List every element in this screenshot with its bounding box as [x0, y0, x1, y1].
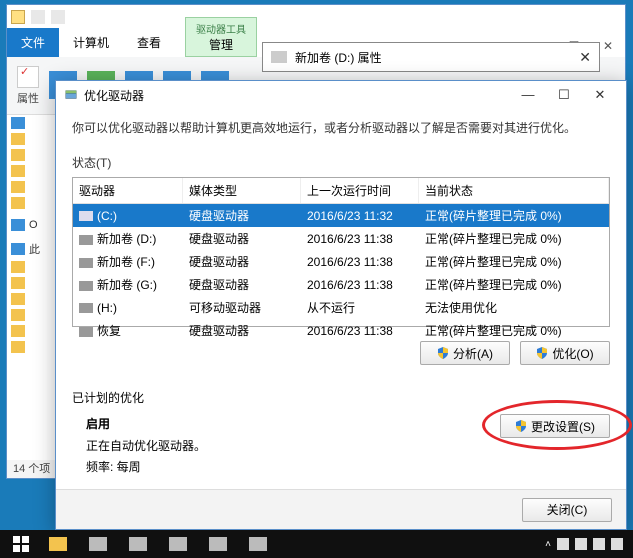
- quick-access-icon: [11, 117, 25, 129]
- contextual-title: 驱动器工具: [196, 21, 246, 36]
- opt-footer: 关闭(C): [56, 489, 626, 529]
- tray-icon[interactable]: [557, 538, 569, 550]
- opt-window-controls: — ☐ ✕: [510, 87, 618, 103]
- drive-row[interactable]: (C:)硬盘驱动器2016/6/23 11:32正常(碎片整理已完成 0%): [73, 204, 609, 227]
- taskbar-item[interactable]: [158, 530, 198, 558]
- scheduled-text: 启用 正在自动优化驱动器。 频率: 每周: [72, 414, 500, 479]
- scheduled-label: 已计划的优化: [72, 389, 610, 406]
- drive-list-header: 驱动器 媒体类型 上一次运行时间 当前状态: [73, 178, 609, 204]
- sched-freq: 频率: 每周: [86, 460, 141, 474]
- folder-icon: [11, 149, 25, 161]
- qat-icon: [31, 10, 45, 24]
- maximize-button[interactable]: ☐: [546, 87, 582, 103]
- change-settings-button[interactable]: 更改设置(S): [500, 414, 610, 438]
- app-icon: [129, 537, 147, 551]
- taskbar-item[interactable]: [198, 530, 238, 558]
- folder-icon: [11, 293, 25, 305]
- app-icon: [169, 537, 187, 551]
- folder-icon: [11, 165, 25, 177]
- analyze-button[interactable]: 分析(A): [420, 341, 510, 365]
- folder-icon: [11, 261, 25, 273]
- drive-row[interactable]: 恢复硬盘驱动器2016/6/23 11:38正常(碎片整理已完成 0%): [73, 319, 609, 342]
- app-icon: [249, 537, 267, 551]
- chevron-up-icon[interactable]: ˄: [545, 539, 551, 550]
- optimize-icon: [64, 88, 78, 102]
- shield-icon: [536, 347, 548, 359]
- ribbon-tab-view[interactable]: 查看: [123, 28, 175, 57]
- shield-icon: [515, 420, 527, 432]
- close-icon[interactable]: ✕: [579, 49, 591, 66]
- opt-description: 你可以优化驱动器以帮助计算机更高效地运行，或者分析驱动器以了解是否需要对其进行优…: [72, 119, 610, 136]
- app-icon: [89, 537, 107, 551]
- explorer-titlebar: [7, 5, 625, 29]
- folder-icon: [11, 341, 25, 353]
- checkmark-icon: ✓: [17, 66, 39, 88]
- ribbon-item-properties[interactable]: ✓ 属性: [17, 66, 39, 106]
- minimize-button[interactable]: —: [510, 87, 546, 103]
- drive-icon: [79, 211, 93, 221]
- sched-desc: 正在自动优化驱动器。: [86, 439, 206, 453]
- thispc-icon: [11, 243, 25, 255]
- properties-window: 新加卷 (D:) 属性 ✕: [262, 42, 600, 72]
- explorer-sidebar: O 此: [7, 115, 55, 458]
- close-dialog-button[interactable]: 关闭(C): [522, 498, 612, 522]
- col-media[interactable]: 媒体类型: [183, 178, 301, 203]
- optimize-button[interactable]: 优化(O): [520, 341, 610, 365]
- drive-row[interactable]: (H:)可移动驱动器从不运行无法使用优化: [73, 296, 609, 319]
- close-button[interactable]: ✕: [582, 87, 618, 103]
- tray-icon[interactable]: [575, 538, 587, 550]
- folder-icon: [11, 325, 25, 337]
- sched-enabled: 启用: [86, 417, 110, 431]
- taskbar: ˄: [0, 530, 633, 558]
- drive-icon: [79, 258, 93, 268]
- system-tray[interactable]: ˄: [545, 538, 629, 550]
- folder-icon: [11, 181, 25, 193]
- drive-icon: [79, 303, 93, 313]
- folder-icon: [49, 537, 67, 551]
- drive-row[interactable]: 新加卷 (F:)硬盘驱动器2016/6/23 11:38正常(碎片整理已完成 0…: [73, 250, 609, 273]
- taskbar-item[interactable]: [238, 530, 278, 558]
- app-icon: [209, 537, 227, 551]
- taskbar-item[interactable]: [78, 530, 118, 558]
- qat-icon: [51, 10, 65, 24]
- drive-icon: [79, 235, 93, 245]
- taskbar-item[interactable]: [118, 530, 158, 558]
- drive-icon: [271, 51, 287, 63]
- drive-row[interactable]: 新加卷 (D:)硬盘驱动器2016/6/23 11:38正常(碎片整理已完成 0…: [73, 227, 609, 250]
- explorer-sys-icon: [11, 10, 25, 24]
- drive-row[interactable]: 新加卷 (G:)硬盘驱动器2016/6/23 11:38正常(碎片整理已完成 0…: [73, 273, 609, 296]
- folder-icon: [11, 309, 25, 321]
- status-label: 状态(T): [72, 154, 610, 171]
- folder-icon: [11, 277, 25, 289]
- tray-icon[interactable]: [611, 538, 623, 550]
- ribbon-contextual-tab[interactable]: 驱动器工具 管理: [185, 17, 257, 57]
- col-status[interactable]: 当前状态: [419, 178, 609, 203]
- scheduled-section: 已计划的优化 启用 正在自动优化驱动器。 频率: 每周 更改设置(S): [72, 389, 610, 479]
- ribbon-tab-computer[interactable]: 计算机: [59, 28, 123, 57]
- drive-icon: [79, 327, 93, 337]
- contextual-sub: 管理: [196, 36, 246, 53]
- col-last[interactable]: 上一次运行时间: [301, 178, 419, 203]
- tray-icon[interactable]: [593, 538, 605, 550]
- start-button[interactable]: [4, 530, 38, 558]
- folder-icon: [11, 197, 25, 209]
- drive-icon: [79, 281, 93, 291]
- taskbar-item-explorer[interactable]: [38, 530, 78, 558]
- drive-list[interactable]: 驱动器 媒体类型 上一次运行时间 当前状态 (C:)硬盘驱动器2016/6/23…: [72, 177, 610, 327]
- ribbon-tab-file[interactable]: 文件: [7, 28, 59, 57]
- opt-titlebar: 优化驱动器 — ☐ ✕: [56, 81, 626, 109]
- opt-body: 你可以优化驱动器以帮助计算机更高效地运行，或者分析驱动器以了解是否需要对其进行优…: [56, 109, 626, 489]
- shield-icon: [437, 347, 449, 359]
- action-buttons: 分析(A) 优化(O): [72, 341, 610, 365]
- onedrive-icon: [11, 219, 25, 231]
- optimize-drives-dialog: 优化驱动器 — ☐ ✕ 你可以优化驱动器以帮助计算机更高效地运行，或者分析驱动器…: [55, 80, 627, 530]
- properties-title: 新加卷 (D:) 属性: [295, 49, 382, 66]
- folder-icon: [11, 133, 25, 145]
- col-drive[interactable]: 驱动器: [73, 178, 183, 203]
- opt-title: 优化驱动器: [84, 87, 144, 104]
